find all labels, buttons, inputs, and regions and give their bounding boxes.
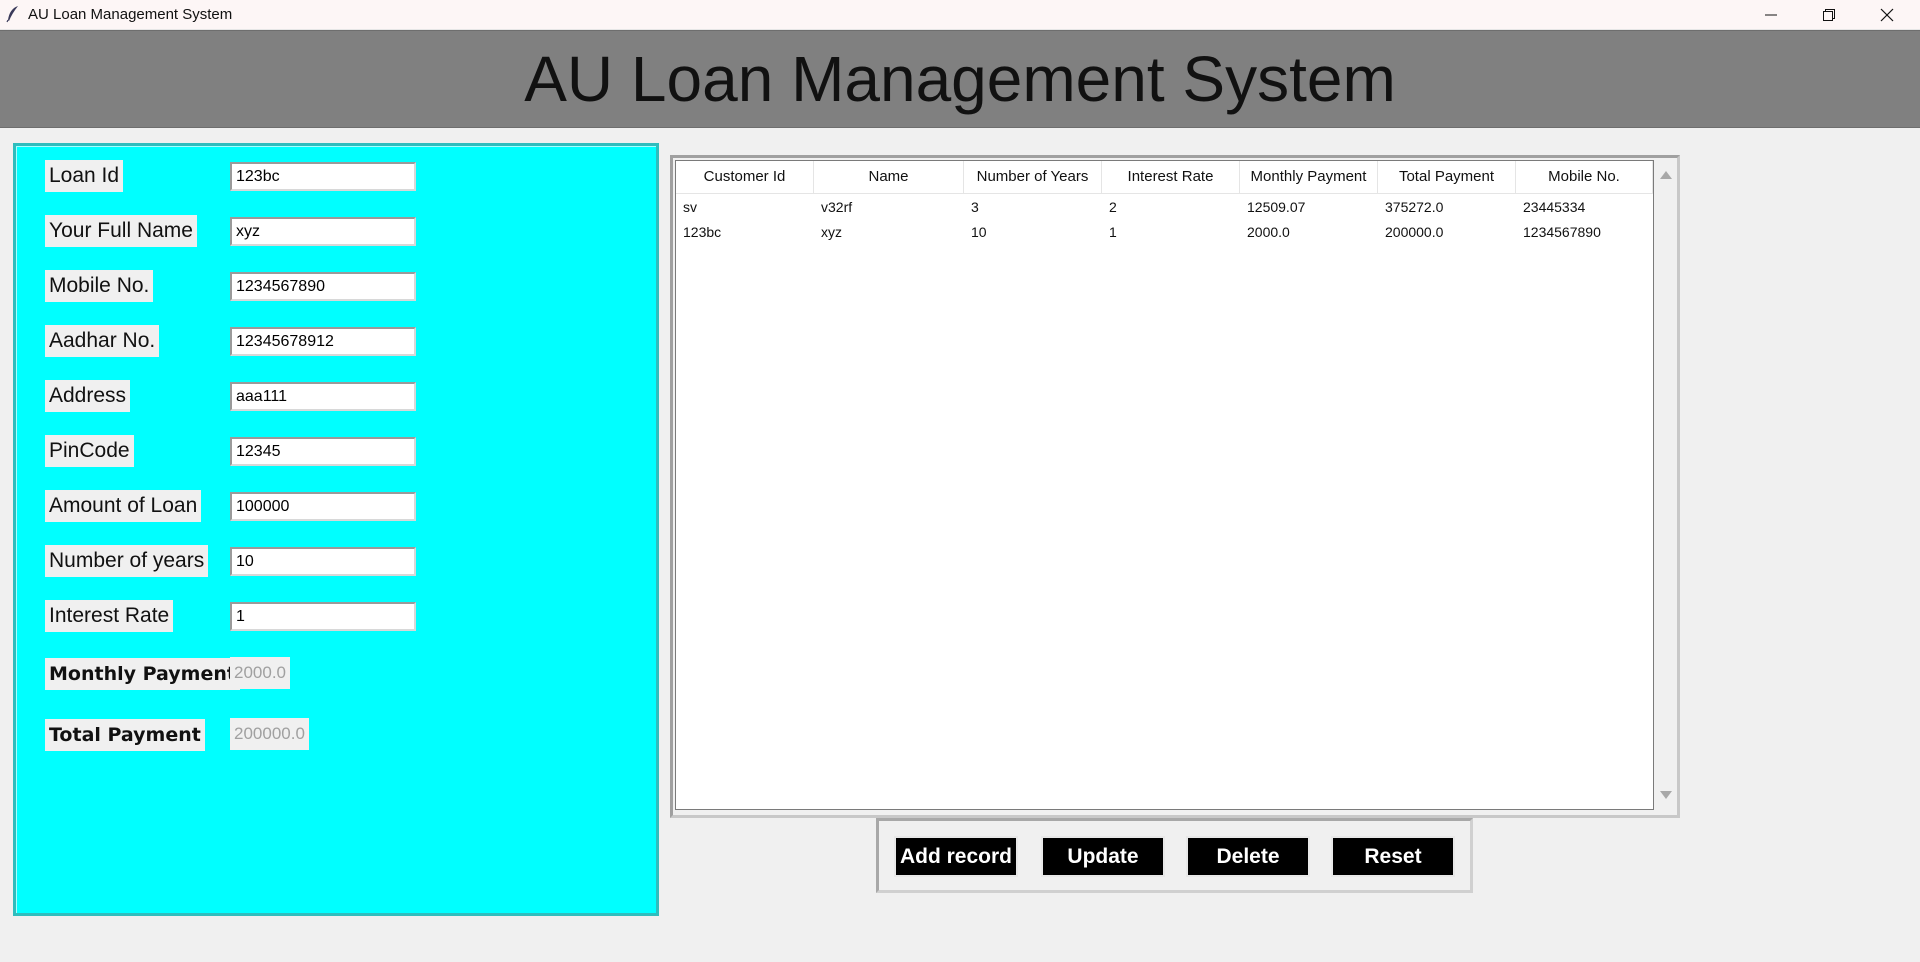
pincode-label: PinCode <box>45 435 134 467</box>
aadhar-label: Aadhar No. <box>45 325 160 357</box>
records-table[interactable]: Customer Id Name Number of Years Interes… <box>675 160 1654 810</box>
total-payment-value: 200000.0 <box>230 718 309 750</box>
mobile-input[interactable] <box>230 272 416 301</box>
years-label: Number of years <box>45 545 209 577</box>
address-input[interactable] <box>230 382 416 411</box>
page-title: AU Loan Management System <box>524 43 1396 115</box>
cell-years: 10 <box>971 224 987 240</box>
cell-mobile: 1234567890 <box>1523 224 1601 240</box>
cell-total-payment: 200000.0 <box>1385 224 1444 240</box>
total-payment-label: Total Payment <box>45 719 205 751</box>
loan-form-panel: Loan Id Your Full Name Mobile No. Aadhar… <box>13 143 659 916</box>
column-header-years[interactable]: Number of Years <box>964 161 1102 193</box>
scroll-up-arrow-icon[interactable] <box>1660 171 1672 179</box>
column-header-monthly-payment[interactable]: Monthly Payment <box>1240 161 1378 193</box>
column-header-name[interactable]: Name <box>814 161 964 193</box>
restore-button[interactable] <box>1800 0 1858 29</box>
feather-icon <box>6 6 18 23</box>
table-row[interactable]: 123bc xyz 10 1 2000.0 200000.0 123456789… <box>676 220 1653 245</box>
loan-amount-label: Amount of Loan <box>45 490 202 522</box>
cell-interest-rate: 1 <box>1109 224 1117 240</box>
cell-years: 3 <box>971 199 979 215</box>
button-bar: Add record Update Delete Reset <box>876 818 1473 893</box>
restore-icon <box>1823 8 1835 21</box>
cell-total-payment: 375272.0 <box>1385 199 1444 215</box>
column-header-mobile[interactable]: Mobile No. <box>1516 161 1653 193</box>
full-name-input[interactable] <box>230 217 416 246</box>
pincode-input[interactable] <box>230 437 416 466</box>
minimize-button[interactable] <box>1742 0 1800 29</box>
aadhar-input[interactable] <box>230 327 416 356</box>
loan-amount-input[interactable] <box>230 492 416 521</box>
loan-id-input[interactable] <box>230 162 416 191</box>
years-input[interactable] <box>230 547 416 576</box>
cell-customer-id: 123bc <box>683 224 722 240</box>
cell-monthly-payment: 12509.07 <box>1247 199 1306 215</box>
records-frame: Customer Id Name Number of Years Interes… <box>670 155 1680 818</box>
interest-rate-input[interactable] <box>230 602 416 631</box>
vertical-scrollbar[interactable] <box>1656 160 1675 810</box>
monthly-payment-value: 2000.0 <box>230 657 290 689</box>
interest-rate-label: Interest Rate <box>45 600 174 632</box>
close-icon <box>1880 8 1894 21</box>
window-title-bar: AU Loan Management System <box>0 0 1920 30</box>
reset-button[interactable]: Reset <box>1331 836 1455 877</box>
delete-button[interactable]: Delete <box>1186 836 1310 877</box>
address-label: Address <box>45 380 131 412</box>
table-row[interactable]: sv v32rf 3 2 12509.07 375272.0 23445334 <box>676 195 1653 220</box>
scroll-down-arrow-icon[interactable] <box>1660 791 1672 799</box>
full-name-label: Your Full Name <box>45 215 197 247</box>
column-header-interest-rate[interactable]: Interest Rate <box>1102 161 1240 193</box>
mobile-label: Mobile No. <box>45 270 154 302</box>
monthly-payment-label: Monthly Payment <box>45 658 240 690</box>
update-button[interactable]: Update <box>1041 836 1165 877</box>
column-header-customer-id[interactable]: Customer Id <box>676 161 814 193</box>
window-title: AU Loan Management System <box>28 6 233 23</box>
cell-monthly-payment: 2000.0 <box>1247 224 1290 240</box>
table-header: Customer Id Name Number of Years Interes… <box>676 161 1653 194</box>
column-header-total-payment[interactable]: Total Payment <box>1378 161 1516 193</box>
close-button[interactable] <box>1858 0 1916 29</box>
minimize-icon <box>1765 14 1777 15</box>
cell-mobile: 23445334 <box>1523 199 1586 215</box>
app-header: AU Loan Management System <box>0 30 1920 128</box>
loan-id-label: Loan Id <box>45 160 124 192</box>
cell-name: xyz <box>821 224 842 240</box>
cell-customer-id: sv <box>683 199 697 215</box>
cell-interest-rate: 2 <box>1109 199 1117 215</box>
add-record-button[interactable]: Add record <box>894 836 1018 877</box>
cell-name: v32rf <box>821 199 853 215</box>
